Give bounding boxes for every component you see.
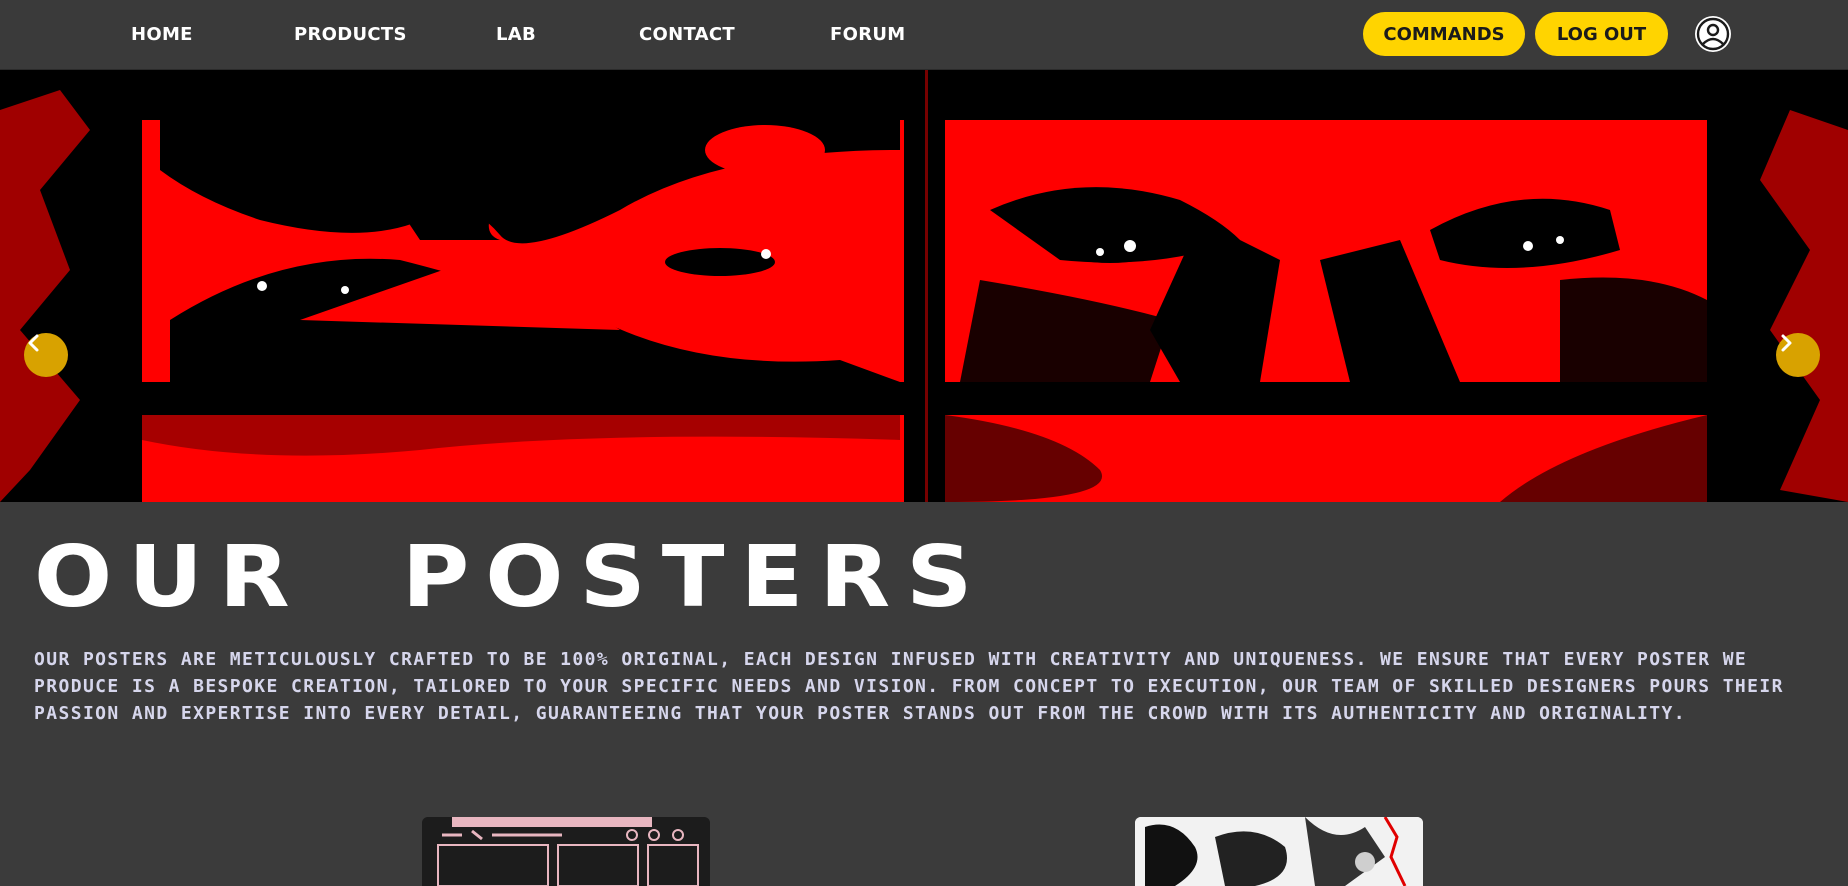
hero-image (0, 70, 1848, 502)
user-circle-icon[interactable] (1693, 14, 1733, 54)
logout-button[interactable]: LOG OUT (1535, 12, 1668, 56)
poster-image (1135, 817, 1423, 886)
poster-card-thumbnail[interactable] (422, 817, 710, 886)
carousel-prev-button[interactable] (24, 333, 68, 377)
chevron-right-icon (1781, 334, 1792, 352)
posters-description: OUR POSTERS ARE METICULOUSLY CRAFTED TO … (34, 649, 1784, 724)
poster-card-thumbnail[interactable] (1135, 817, 1423, 886)
carousel-next-button[interactable] (1776, 333, 1820, 377)
nav-forum-link[interactable]: FORUM (830, 24, 906, 45)
hero-carousel (0, 70, 1848, 502)
nav-lab-link[interactable]: LAB (496, 24, 536, 45)
top-nav: HOME PRODUCTS LAB CONTACT FORUM COMMANDS… (0, 0, 1848, 70)
poster-image (422, 817, 710, 886)
nav-products-link[interactable]: PRODUCTS (294, 24, 407, 45)
commands-button[interactable]: COMMANDS (1363, 12, 1525, 56)
posters-title: OUR POSTERS (34, 527, 989, 627)
chevron-left-icon (28, 334, 39, 352)
nav-contact-link[interactable]: CONTACT (639, 24, 735, 45)
nav-home-link[interactable]: HOME (131, 24, 193, 45)
